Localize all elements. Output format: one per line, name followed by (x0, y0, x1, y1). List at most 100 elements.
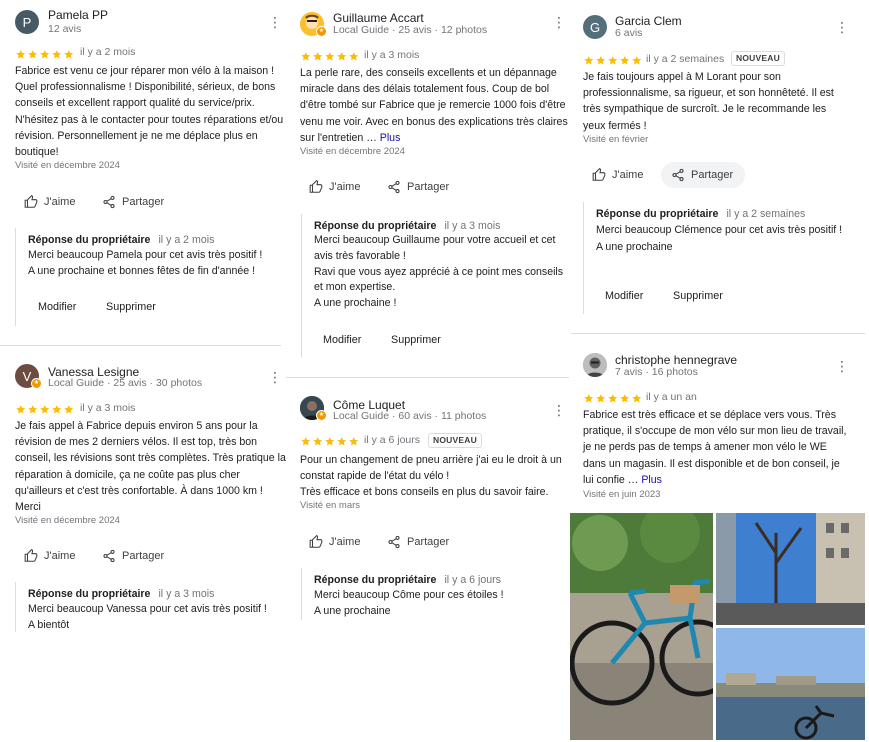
star-icon (300, 436, 312, 447)
star-icon (27, 49, 39, 60)
divider (571, 333, 865, 334)
star-icon (324, 436, 336, 447)
reply-date: il y a 6 jours (444, 574, 501, 586)
owner-reply: Réponse du propriétaire il y a 3 mois Mer… (15, 582, 267, 632)
divider (286, 377, 569, 378)
owner-reply: Réponse du propriétaire il y a 6 jours Me… (301, 568, 504, 620)
star-icon (583, 393, 595, 404)
review-text: Fabrice est venu ce jour réparer mon vél… (15, 65, 284, 159)
star-icon (619, 393, 631, 404)
owner-reply: Réponse du propriétaire il y a 3 mois Mer… (301, 214, 563, 357)
avatar[interactable] (583, 353, 607, 377)
star-rating (300, 434, 360, 446)
reviewer-meta: Local Guide · 25 avis · 12 photos (333, 24, 488, 36)
star-icon (595, 393, 607, 404)
share-button[interactable]: Partager (661, 162, 746, 188)
reviewer-meta: Local Guide · 60 avis · 11 photos (333, 410, 487, 422)
star-icon (631, 393, 643, 404)
share-icon (671, 168, 685, 182)
reply-date: il y a 2 mois (158, 234, 215, 246)
share-button[interactable]: Partager (102, 191, 164, 213)
reviewer-meta: 6 avis (615, 27, 643, 39)
local-guide-badge: ★ (316, 26, 327, 37)
star-icon (63, 49, 75, 60)
share-button[interactable]: Partager (102, 545, 164, 567)
star-rating (583, 391, 643, 403)
delete-button[interactable]: Supprimer (673, 290, 723, 302)
share-button[interactable]: Partager (387, 176, 449, 198)
read-more-link[interactable]: Plus (380, 132, 401, 144)
star-icon (39, 404, 51, 415)
modify-button[interactable]: Modifier (38, 301, 76, 313)
delete-button[interactable]: Supprimer (106, 301, 156, 313)
more-options-icon[interactable]: ⋮ (835, 358, 849, 374)
star-icon (51, 404, 63, 415)
avatar[interactable]: G (583, 15, 607, 39)
review-text: Je fais toujours appel à M Lorant pour s… (583, 71, 834, 132)
more-options-icon[interactable]: ⋮ (835, 19, 849, 35)
visit-date: Visité en juin 2023 (583, 489, 661, 500)
reviewer-meta: 7 avis · 16 photos (615, 366, 698, 378)
review-photo-street[interactable] (716, 513, 865, 625)
visit-date: Visité en mars (300, 500, 361, 511)
star-icon (336, 436, 348, 447)
reply-title: Réponse du propriétaire il y a 6 jours (314, 574, 501, 586)
reply-title: Réponse du propriétaire il y a 3 mois (28, 588, 215, 600)
star-icon (348, 436, 360, 447)
visit-date: Visité en décembre 2024 (15, 515, 120, 526)
share-icon (387, 535, 401, 549)
reviewer-name[interactable]: Pamela PP (48, 8, 108, 22)
reviewer-meta: Local Guide · 25 avis · 30 photos (48, 377, 203, 389)
star-icon (607, 393, 619, 404)
read-more-link[interactable]: Plus (641, 474, 662, 486)
star-icon (15, 49, 27, 60)
river-photo-icon (716, 628, 865, 740)
more-options-icon[interactable]: ⋮ (552, 402, 566, 418)
review-photo-bicycle[interactable] (570, 513, 713, 740)
star-icon (619, 55, 631, 66)
like-button[interactable]: J'aime (24, 545, 75, 567)
share-button[interactable]: Partager (387, 531, 449, 553)
star-icon (312, 436, 324, 447)
modify-button[interactable]: Modifier (605, 290, 643, 302)
share-icon (102, 195, 116, 209)
visit-date: Visité en décembre 2024 (15, 160, 120, 171)
delete-button[interactable]: Supprimer (391, 334, 441, 346)
review-photo-river[interactable] (716, 628, 865, 740)
thumbs-up-icon (592, 168, 606, 182)
share-icon (102, 549, 116, 563)
reply-text: Merci beaucoup Vanessa pour cet avis trè… (28, 603, 267, 631)
avatar[interactable]: P (15, 10, 39, 34)
star-icon (51, 49, 63, 60)
thumbs-up-icon (24, 195, 38, 209)
star-icon (312, 51, 324, 62)
reviewer-meta: 12 avis (48, 23, 82, 35)
avatar-photo-icon (583, 353, 607, 377)
like-button[interactable]: J'aime (309, 176, 360, 198)
reviewer-name[interactable]: Guillaume Accart (333, 11, 424, 25)
reviewer-name[interactable]: Garcia Clem (615, 14, 682, 28)
star-rating (15, 402, 75, 414)
visit-date: Visité en février (583, 134, 649, 145)
like-button[interactable]: J'aime (24, 191, 75, 213)
more-options-icon[interactable]: ⋮ (552, 14, 566, 30)
reply-text: Merci beaucoup Guillaume pour votre accu… (314, 234, 564, 310)
reply-title: Réponse du propriétaire il y a 2 mois (28, 234, 215, 246)
like-button[interactable]: J'aime (592, 164, 643, 186)
more-options-icon[interactable]: ⋮ (268, 14, 282, 30)
star-icon (300, 51, 312, 62)
star-icon (607, 55, 619, 66)
star-icon (39, 49, 51, 60)
thumbs-up-icon (309, 535, 323, 549)
like-button[interactable]: J'aime (309, 531, 360, 553)
review-text: Pour un changement de pneu arrière j'ai … (300, 454, 562, 499)
reviewer-name[interactable]: christophe hennegrave (615, 353, 737, 367)
street-photo-icon (716, 513, 865, 625)
reply-title: Réponse du propriétaire il y a 3 mois (314, 220, 501, 232)
divider (0, 345, 281, 346)
review-date: il y a 3 mois (364, 49, 420, 61)
more-options-icon[interactable]: ⋮ (268, 369, 282, 385)
modify-button[interactable]: Modifier (323, 334, 361, 346)
owner-reply: Réponse du propriétaire il y a 2 semaines… (583, 202, 842, 314)
thumbs-up-icon (24, 549, 38, 563)
